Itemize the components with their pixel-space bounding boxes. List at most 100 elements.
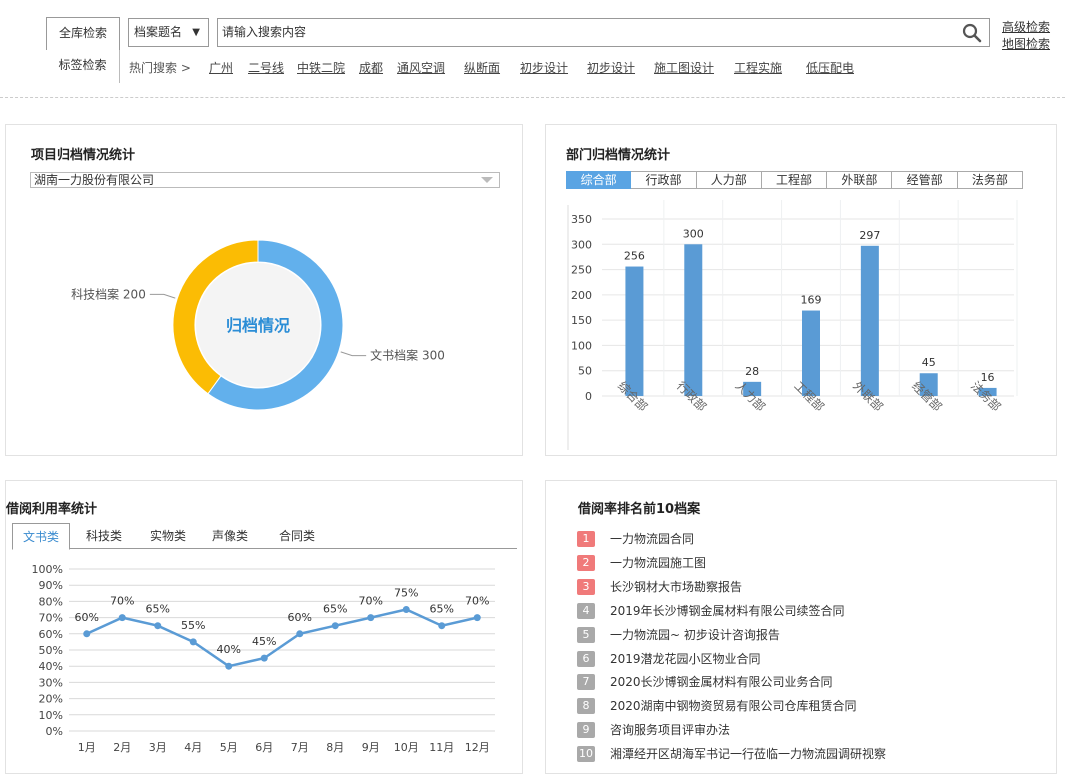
data-label: 55% (181, 619, 205, 632)
tab-dept[interactable]: 外联部 (827, 171, 893, 189)
data-point (83, 630, 91, 638)
x-tick-label: 7月 (291, 741, 309, 754)
y-tick-label: 20% (39, 693, 63, 706)
y-tick-label: 300 (571, 238, 592, 251)
x-tick-label: 10月 (394, 741, 419, 754)
x-tick-label: 6月 (255, 741, 273, 754)
y-tick-label: 100% (32, 563, 63, 576)
bar-value-label: 256 (624, 250, 645, 263)
data-label: 60% (288, 611, 312, 624)
tab-tag-search[interactable]: 标签检索 (46, 50, 120, 83)
data-point (225, 662, 233, 670)
bar (625, 266, 644, 396)
company-select[interactable]: 湖南一力股份有限公司 (30, 172, 500, 188)
company-select-value: 湖南一力股份有限公司 (34, 173, 155, 187)
tab-dept[interactable]: 综合部 (566, 171, 632, 189)
data-label: 70% (359, 595, 383, 608)
x-tick-label: 4月 (184, 741, 202, 754)
hot-keyword[interactable]: 初步设计 (587, 59, 635, 76)
y-tick-label: 350 (571, 213, 592, 226)
tab-dept[interactable]: 工程部 (761, 171, 828, 189)
rank-badge: 2 (577, 554, 595, 571)
tab-dept[interactable]: 行政部 (631, 171, 697, 189)
x-tick-label: 3月 (149, 741, 167, 754)
hot-keyword[interactable]: 纵断面 (464, 59, 500, 76)
x-tick-label: 9月 (362, 741, 380, 754)
tab-dept[interactable]: 人力部 (696, 171, 762, 189)
y-tick-label: 150 (571, 314, 592, 327)
data-label: 65% (323, 603, 347, 616)
dept-bar-chart: 050100150200250300350256综合部300行政部28人力部16… (567, 200, 1018, 450)
hot-keyword[interactable]: 通风空调 (397, 59, 445, 76)
hot-keyword[interactable]: 工程实施 (734, 59, 782, 76)
rank-item-label: 长沙钢材大市场勘察报告 (610, 579, 743, 594)
bar-value-label: 28 (745, 365, 759, 378)
advanced-search-link[interactable]: 高级检索 (1002, 18, 1050, 35)
divider (0, 97, 1065, 98)
y-tick-label: 0 (585, 390, 592, 403)
rank-badge: 8 (577, 698, 595, 715)
hot-search-label: 热门搜索 > (129, 61, 191, 75)
hot-keyword[interactable]: 成都 (359, 59, 383, 76)
hot-keyword[interactable]: 广州 (209, 59, 233, 76)
y-tick-label: 90% (39, 579, 63, 592)
rank-item-label: 2019潜龙花园小区物业合同 (610, 651, 761, 666)
data-point (296, 630, 304, 638)
y-tick-label: 60% (39, 628, 63, 641)
y-tick-label: 0% (46, 725, 63, 738)
search-icon[interactable] (962, 23, 982, 43)
borrow-usage-title: 借阅利用率统计 (6, 502, 98, 517)
tab-borrow[interactable]: 文书类 (12, 523, 70, 550)
field-select[interactable]: 档案题名 ▼ (128, 18, 209, 47)
bar-value-label: 169 (801, 294, 822, 307)
rank-item-label: 咨询服务项目评审办法 (610, 723, 731, 738)
search-input[interactable]: 请输入搜索内容 (217, 18, 990, 47)
y-tick-label: 100 (571, 339, 592, 352)
data-point (260, 654, 268, 662)
data-point (189, 638, 197, 646)
rank-item-label: 一力物流园施工图 (610, 555, 707, 570)
tab-borrow[interactable]: 声像类 (201, 523, 259, 549)
tab-borrow[interactable]: 实物类 (139, 523, 197, 549)
donut-center-label: 归档情况 (226, 316, 290, 335)
slice-label: 文书档案 300 (370, 348, 445, 363)
hot-keyword[interactable]: 初步设计 (520, 59, 568, 76)
bar-value-label: 16 (981, 371, 995, 384)
hot-keyword[interactable]: 低压配电 (806, 59, 854, 76)
tab-dept[interactable]: 经管部 (892, 171, 958, 189)
borrow-line-chart: 0% 10% 20% 30% 40% 50% 60% 70% 80% 90% 100% 60% 1月 70… (32, 563, 495, 754)
rank-item-label: 湘潭经开区胡海军书记一行莅临一力物流园调研视察 (610, 747, 887, 762)
borrow-tabs: 文书类 科技类 实物类 声像类 合同类 (12, 523, 517, 550)
rank-badge: 6 (577, 650, 595, 667)
data-point (473, 614, 481, 622)
y-tick-label: 80% (39, 595, 63, 608)
rank-badge: 9 (577, 722, 595, 739)
data-point (367, 614, 375, 622)
rank-item-label: 2020长沙博钢金属材料有限公司业务合同 (610, 675, 833, 690)
y-tick-label: 200 (571, 289, 592, 302)
hot-keyword[interactable]: 二号线 (248, 59, 284, 76)
tab-borrow[interactable]: 科技类 (74, 523, 134, 549)
rank-badge: 3 (577, 578, 595, 595)
data-label: 70% (465, 595, 489, 608)
dept-tabs: 综合部 行政部 人力部 工程部 外联部 经管部 法务部 (566, 171, 1024, 189)
y-tick-label: 50% (39, 644, 63, 657)
bar-value-label: 45 (922, 356, 936, 369)
slice-label: 科技档案 200 (71, 286, 146, 301)
data-point (118, 614, 126, 622)
x-tick-label: 8月 (326, 741, 344, 754)
tab-borrow[interactable]: 合同类 (267, 523, 327, 549)
hot-keyword[interactable]: 施工图设计 (654, 59, 714, 76)
hot-keyword[interactable]: 中铁二院 (297, 59, 345, 76)
data-label: 45% (252, 635, 276, 648)
tab-dept[interactable]: 法务部 (957, 171, 1024, 189)
tab-full-search[interactable]: 全库检索 (46, 17, 120, 50)
dropdown-arrow-icon (481, 177, 493, 183)
rank-item-label: 2020湖南中钢物资贸易有限公司仓库租赁合同 (610, 699, 857, 714)
y-tick-label: 70% (39, 612, 63, 625)
data-label: 65% (146, 603, 170, 616)
rank-badge: 10 (577, 746, 595, 763)
data-label: 75% (394, 587, 418, 600)
rank-badge: 5 (577, 626, 595, 643)
map-search-link[interactable]: 地图检索 (1002, 35, 1050, 52)
